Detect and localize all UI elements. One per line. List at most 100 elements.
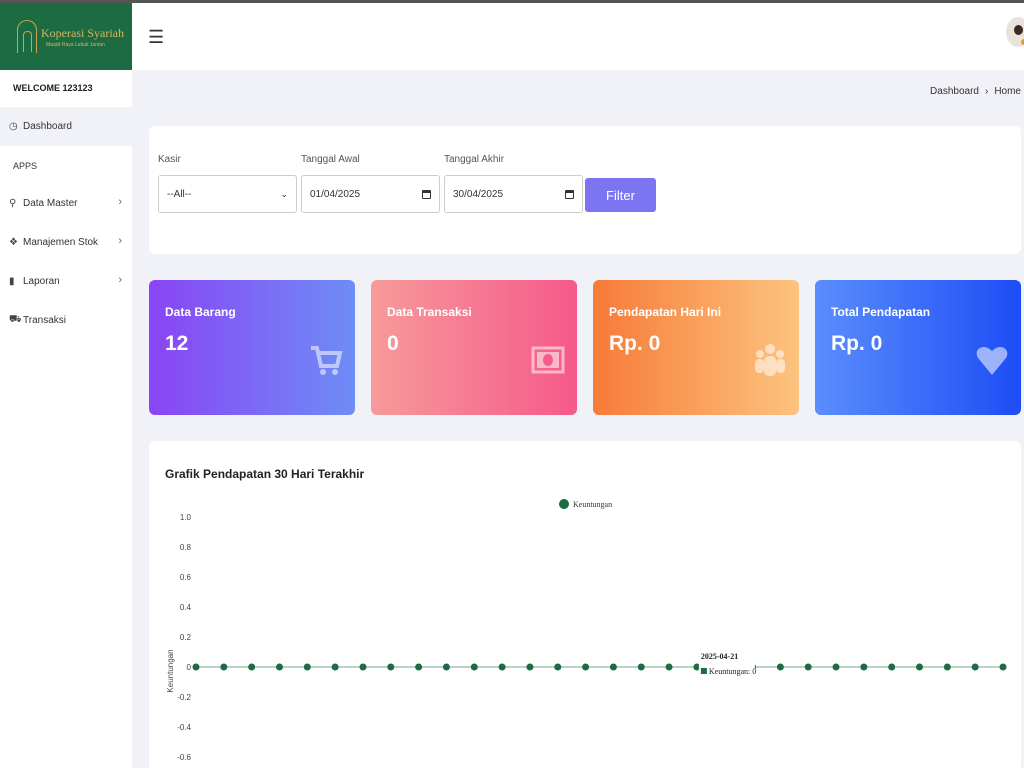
dashboard-gauge-icon: ◷ <box>9 121 18 132</box>
sidebar-item-transaksi[interactable]: ⛟ Transaksi <box>0 301 132 340</box>
stat-card-data-transaksi: Data Transaksi 0 <box>371 280 577 415</box>
y-axis-label: Keuntungan <box>166 649 175 692</box>
stat-title: Pendapatan Hari Ini <box>609 305 722 319</box>
data-point <box>832 663 840 671</box>
stat-value: 12 <box>165 332 189 355</box>
kasir-select-value: --All-- <box>167 188 192 200</box>
sidebar-item-label: Laporan <box>23 276 60 287</box>
sidebar: Koperasi Syariah Masjid Raya Lubuk Janta… <box>0 3 132 768</box>
tanggal-awal-label: Tanggal Awal <box>301 154 360 165</box>
chevron-right-icon: › <box>118 196 122 208</box>
mosque-logo-icon <box>17 20 37 53</box>
data-point <box>916 663 924 671</box>
avatar[interactable] <box>1006 17 1024 47</box>
breadcrumb-home[interactable]: Home <box>994 86 1021 97</box>
y-tick-label: -0.6 <box>177 753 191 762</box>
data-point <box>637 663 645 671</box>
data-point <box>943 663 951 671</box>
brand-title: Koperasi Syariah <box>41 26 124 40</box>
kasir-label: Kasir <box>158 154 181 165</box>
calendar-icon[interactable] <box>565 189 574 199</box>
data-point <box>442 663 450 671</box>
data-point <box>999 663 1007 671</box>
y-tick-label: 0.8 <box>180 543 192 552</box>
heart-icon <box>976 347 1008 375</box>
y-tick-label: -0.4 <box>177 723 191 732</box>
y-tick-label: 0.2 <box>180 633 192 642</box>
data-point <box>220 663 228 671</box>
stat-title: Data Barang <box>165 305 236 319</box>
chevron-down-icon: ⌄ <box>280 188 288 199</box>
stat-title: Total Pendapatan <box>831 305 931 319</box>
tooltip-swatch <box>700 668 707 674</box>
data-point <box>804 663 812 671</box>
stat-value: Rp. 0 <box>609 332 661 355</box>
stat-title: Data Transaksi <box>387 305 472 319</box>
stat-card-total-pendapatan: Total Pendapatan Rp. 0 <box>815 280 1021 415</box>
tooltip-date: 2025-04-21 <box>701 652 738 661</box>
data-point <box>776 663 784 671</box>
kasir-select[interactable]: --All-- ⌄ <box>158 175 297 213</box>
sidebar-item-dashboard[interactable]: ◷ Dashboard <box>0 107 132 146</box>
revenue-line-chart[interactable]: Keuntungan 1.0 0.8 0.6 0.4 0.2 0 -0.2 -0.4 -0.6 Ke… <box>149 441 1021 768</box>
chevron-right-icon: › <box>118 235 122 247</box>
cart-icon <box>311 346 343 375</box>
brand-header[interactable]: Koperasi Syariah Masjid Raya Lubuk Janta… <box>0 3 132 70</box>
breadcrumb-dashboard[interactable]: Dashboard <box>930 86 979 97</box>
legend-marker <box>559 499 569 509</box>
stat-card-pendapatan-hari-ini: Pendapatan Hari Ini Rp. 0 <box>593 280 799 415</box>
data-point <box>971 663 979 671</box>
apps-heading: APPS <box>13 161 38 171</box>
data-point <box>665 663 673 671</box>
menu-toggle-icon[interactable]: ☰ <box>148 27 164 48</box>
sidebar-item-data-master[interactable]: ⚲ Data Master › <box>0 184 132 223</box>
tanggal-akhir-label: Tanggal Akhir <box>444 154 505 165</box>
y-tick-label: 0.6 <box>180 573 192 582</box>
tanggal-awal-value: 01/04/2025 <box>310 188 361 200</box>
data-point <box>303 663 311 671</box>
filter-button[interactable]: Filter <box>585 178 656 212</box>
money-icon <box>531 346 565 374</box>
file-icon: ▮ <box>9 276 15 287</box>
chart-card: Grafik Pendapatan 30 Hari Terakhir Keunt… <box>149 441 1021 768</box>
breadcrumb: Dashboard › Home <box>930 86 1021 97</box>
legend-label: Keuntungan <box>573 500 612 509</box>
tanggal-akhir-value: 30/04/2025 <box>453 188 504 200</box>
data-point <box>331 663 339 671</box>
welcome-text: WELCOME 123123 <box>13 83 93 93</box>
stat-value: Rp. 0 <box>831 332 883 355</box>
breadcrumb-separator-icon: › <box>984 86 989 97</box>
lightbulb-icon: ⚲ <box>9 198 17 209</box>
data-point <box>359 663 367 671</box>
data-point <box>275 663 283 671</box>
data-point <box>888 663 896 671</box>
data-point <box>415 663 423 671</box>
data-point <box>248 663 256 671</box>
sidebar-item-label: Transaksi <box>23 315 66 326</box>
y-tick-label: -0.2 <box>177 693 191 702</box>
data-point <box>582 663 590 671</box>
brand-subtitle: Masjid Raya Lubuk Jantan <box>46 42 105 48</box>
chevron-right-icon: › <box>118 274 122 286</box>
data-point <box>609 663 617 671</box>
cart-icon: ⛟ <box>9 314 22 325</box>
y-tick-label: 1.0 <box>180 513 192 522</box>
sidebar-item-label: Data Master <box>23 198 78 209</box>
tanggal-awal-input[interactable]: 01/04/2025 <box>301 175 440 213</box>
top-header: ☰ <box>132 3 1024 70</box>
tooltip-value: Keuntungan: 0 <box>709 667 756 676</box>
data-point <box>554 663 562 671</box>
calendar-icon[interactable] <box>422 189 431 199</box>
cubes-icon: ❖ <box>9 237 18 248</box>
stat-card-data-barang: Data Barang 12 <box>149 280 355 415</box>
stat-value: 0 <box>387 332 399 355</box>
sidebar-item-manajemen-stok[interactable]: ❖ Manajemen Stok › <box>0 223 132 262</box>
data-point <box>498 663 506 671</box>
sidebar-item-laporan[interactable]: ▮ Laporan › <box>0 262 132 301</box>
y-tick-label: 0 <box>187 663 192 672</box>
data-point <box>470 663 478 671</box>
y-tick-label: 0.4 <box>180 603 192 612</box>
filter-card: Kasir --All-- ⌄ Tanggal Awal 01/04/2025 … <box>149 126 1021 254</box>
data-point <box>860 663 868 671</box>
tanggal-akhir-input[interactable]: 30/04/2025 <box>444 175 583 213</box>
